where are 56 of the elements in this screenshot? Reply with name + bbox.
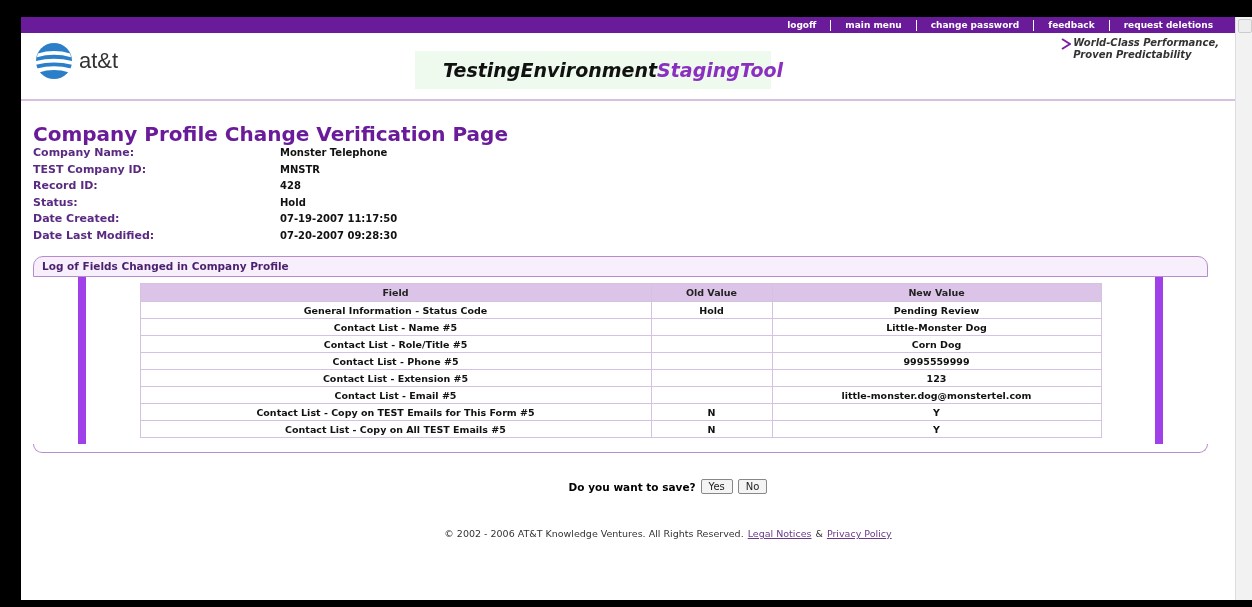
field-label: Date Created: (33, 211, 121, 227)
separator-text: & (815, 528, 823, 539)
column-header: New Value (772, 283, 1101, 302)
table-cell: Contact List - Extension #5 (140, 369, 651, 387)
column-header: Field (140, 283, 651, 302)
field-label: TEST Company ID: (33, 161, 148, 178)
table-cell: Contact List - Name #5 (140, 318, 651, 336)
table-cell: 123 (772, 369, 1101, 387)
dialog-button[interactable]: Yes (700, 479, 733, 494)
field-value: MNSTR (280, 162, 322, 177)
field-value: 07-20-2007 09:28:30 (280, 228, 399, 243)
table-cell: Contact List - Email #5 (140, 386, 651, 404)
field-label: Status: (33, 194, 79, 211)
app-title-text: StagingTool (657, 59, 784, 81)
field-value: Hold (280, 195, 307, 210)
app-title-text: TestingEnvironment (443, 59, 658, 81)
footer-link[interactable]: Privacy Policy (826, 528, 892, 539)
field-value: 428 (280, 179, 302, 193)
table-cell: Y (772, 420, 1101, 438)
tagline-text: Proven Predictability (1073, 49, 1193, 61)
table-cell: N (651, 420, 772, 438)
dialog-button[interactable]: No (737, 479, 768, 494)
field-value: 07-19-2007 11:17:50 (280, 212, 399, 226)
table-cell: Contact List - Copy on TEST Emails for This Form #5 (140, 403, 651, 421)
field-label: Company Name: (33, 145, 136, 161)
table-cell: Pending Review (772, 301, 1101, 319)
tagline-text: World-Class Performance, (1073, 37, 1219, 49)
nav-link[interactable]: logoff (773, 20, 831, 30)
panel-header: Log of Fields Changed in Company Profile (33, 256, 1208, 277)
table-cell: General Information - Status Code (140, 301, 651, 319)
table-cell: 9995559999 (772, 352, 1101, 370)
page-title: Company Profile Change Verification Page (33, 123, 509, 145)
column-header: Old Value (651, 283, 772, 302)
table-cell: Contact List - Role/Title #5 (140, 335, 651, 353)
field-value: Monster Telephone (280, 146, 389, 160)
table-cell: Hold (651, 301, 772, 319)
nav-link[interactable]: change password (916, 20, 1034, 30)
table-cell: little-monster.dog@monstertel.com (772, 386, 1101, 404)
field-label: Date Last Modified: (33, 227, 156, 244)
logo-text: at&t (79, 48, 119, 74)
nav-link[interactable]: main menu (831, 20, 916, 30)
chevron-icon (1061, 38, 1072, 50)
table-cell: Y (772, 403, 1101, 421)
footer-link[interactable]: Legal Notices (747, 528, 812, 539)
table-cell: Contact List - Copy on All TEST Emails #5 (140, 420, 651, 438)
copyright-text: © 2002 - 2006 AT&T Knowledge Ventures. All Rights Reserved. (444, 528, 744, 539)
save-question: Do you want to save? (568, 480, 696, 493)
nav-link[interactable]: feedback (1034, 20, 1109, 30)
nav-link[interactable]: request deletions (1109, 20, 1227, 30)
scroll-up-icon[interactable] (1238, 19, 1252, 33)
table-cell: N (651, 403, 772, 421)
table-cell: Contact List - Phone #5 (140, 352, 651, 370)
globe-logo-icon (35, 42, 73, 80)
table-cell: Little-Monster Dog (772, 318, 1101, 336)
field-label: Record ID: (33, 178, 99, 194)
table-cell: Corn Dog (772, 335, 1101, 353)
